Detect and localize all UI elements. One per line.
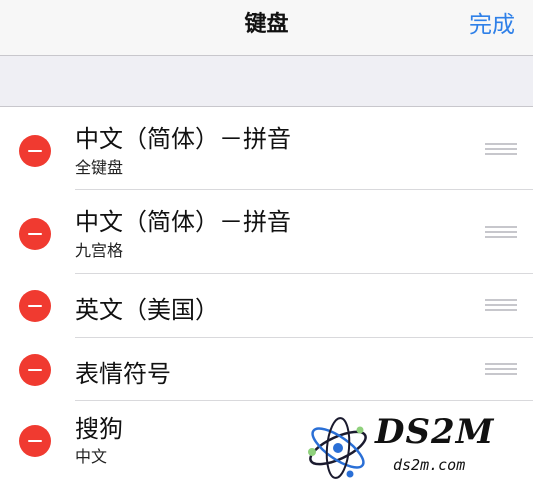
done-button[interactable]: 完成 [469,0,515,55]
keyboard-name: 中文（简体）－拼音 [75,125,291,153]
watermark-url: ds2m.com [393,456,466,474]
delete-button[interactable] [19,290,51,322]
delete-button[interactable] [19,354,51,386]
minus-icon [28,369,42,371]
reorder-grip-icon[interactable] [485,299,517,311]
reorder-grip-icon[interactable] [485,363,517,375]
delete-button[interactable] [19,218,51,250]
minus-icon [28,233,42,235]
reorder-grip-icon[interactable] [485,226,517,238]
keyboard-name: 搜狗 [75,415,123,443]
keyboard-layout: 九宫格 [75,241,124,260]
atom-logo-icon [308,417,367,479]
keyboard-layout: 全键盘 [75,158,124,177]
list-item: 中文（简体）－拼音 九宫格 [0,190,533,274]
minus-icon [28,440,42,442]
list-item: 英文（美国） [0,274,533,338]
navigation-bar: 键盘 完成 [0,0,533,56]
minus-icon [28,150,42,152]
keyboard-layout: 中文 [75,447,108,466]
section-gap [0,56,533,106]
list-item: 中文（简体）－拼音 全键盘 [0,107,533,190]
delete-button[interactable] [19,425,51,457]
minus-icon [28,305,42,307]
keyboard-name: 中文（简体）－拼音 [75,208,291,236]
reorder-grip-icon[interactable] [485,143,517,155]
page-title: 键盘 [244,12,289,37]
watermark-brand: DS2M [375,412,495,452]
delete-button[interactable] [19,135,51,167]
list-item: 表情符号 [0,338,533,401]
keyboard-name: 表情符号 [75,360,171,388]
watermark: DS2M ds2m.com [300,412,530,482]
keyboard-name: 英文（美国） [75,296,219,324]
